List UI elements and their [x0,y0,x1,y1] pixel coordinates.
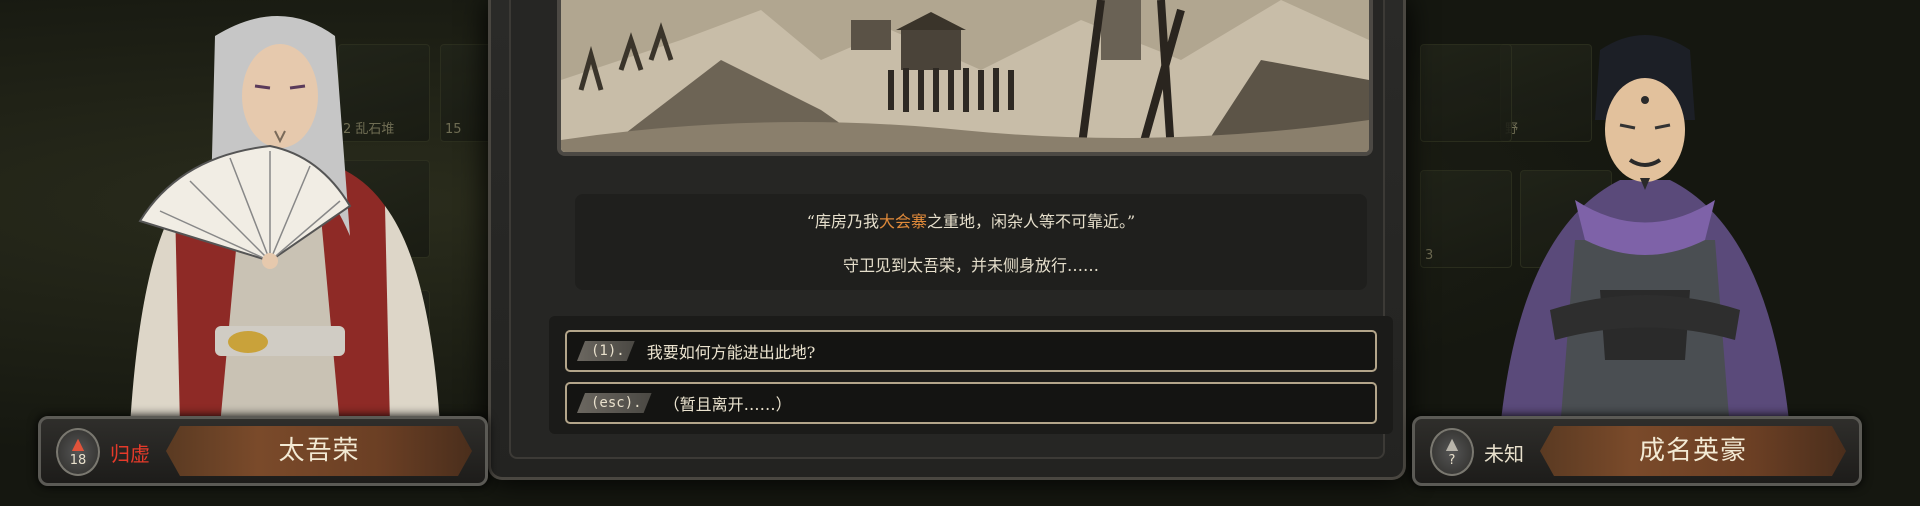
name-banner: 成名英豪 [1540,426,1846,476]
name-banner: 太吾荣 [166,426,472,476]
character-name: 太吾荣 [278,436,360,466]
player-nameplate[interactable]: ▲ 18 归虚 太吾荣 [38,416,488,486]
dialog-panel: “库房乃我大会寨之重地，闲杂人等不可靠近。” 守卫见到太吾荣，并未侧身放行…… … [488,0,1406,480]
scene-illustration [557,0,1373,156]
level-badge: ▲ 18 [56,428,100,476]
level-number: 18 [69,453,87,468]
tile-label: 3 [1425,248,1434,263]
level-badge: ▲ ? [1430,428,1474,476]
choice-option-1[interactable]: (1). 我要如何方能进出此地? [565,330,1377,372]
dialog-inner: “库房乃我大会寨之重地，闲杂人等不可靠近。” 守卫见到太吾荣，并未侧身放行…… … [509,0,1393,459]
choice-key: (esc). [577,393,652,413]
mountain-icon: ▲ [71,434,85,453]
choice-list: (1). 我要如何方能进出此地? (esc). （暂且离开……） [549,316,1393,434]
choice-key: (1). [577,341,635,361]
player-portrait [120,6,450,426]
choice-text: 我要如何方能进出此地? [646,343,816,362]
choice-option-esc[interactable]: (esc). （暂且离开……） [565,382,1377,424]
choice-text: （暂且离开……） [663,395,792,414]
npc-nameplate[interactable]: ▲ ? 未知 成名英豪 [1412,416,1862,486]
narration-box: “库房乃我大会寨之重地，闲杂人等不可靠近。” 守卫见到太吾荣，并未侧身放行…… [575,194,1367,290]
status-label: 归虚 [110,442,150,466]
level-number: ? [1448,453,1456,468]
mountain-icon: ▲ [1445,434,1459,453]
narration-line-2: 守卫见到太吾荣，并未侧身放行…… [842,256,1099,275]
narration-line-1: “库房乃我大会寨之重地，闲杂人等不可靠近。” [806,212,1136,231]
status-label: 未知 [1484,442,1524,466]
location-highlight[interactable]: 大会寨 [879,212,927,231]
character-name: 成名英豪 [1638,436,1747,466]
npc-portrait [1480,30,1810,430]
